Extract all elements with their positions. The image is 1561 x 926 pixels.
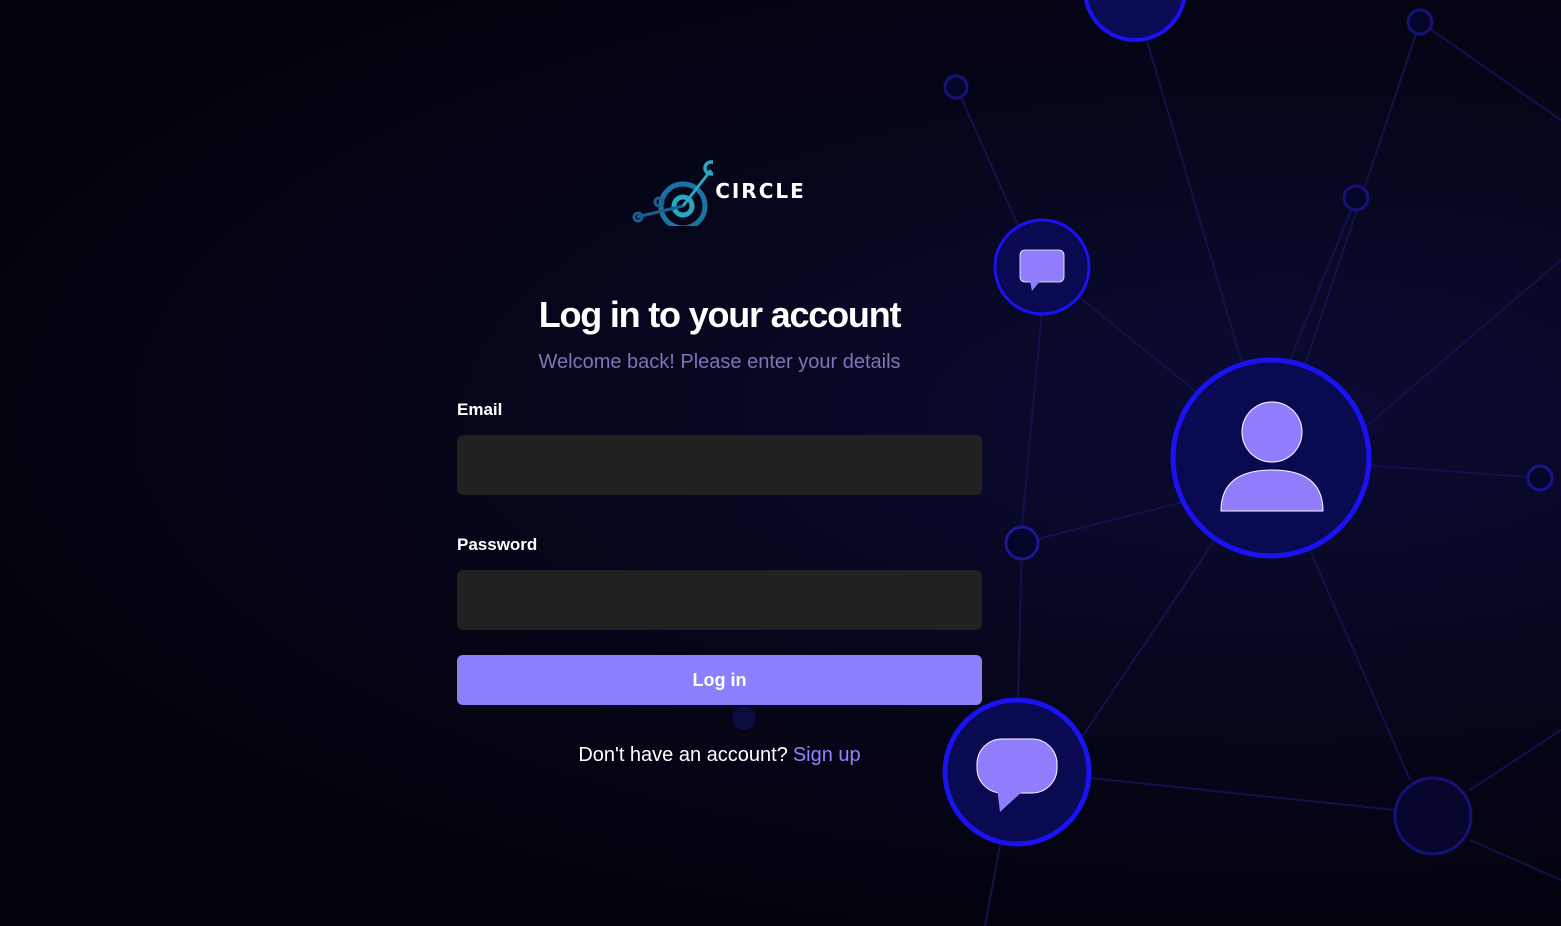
network-node: [1526, 464, 1554, 492]
email-label: Email: [457, 400, 503, 419]
brand-name: CIRCLE: [715, 179, 806, 203]
signup-row: Don't have an account? Sign up: [457, 743, 982, 767]
orbit-logo-icon: [632, 160, 714, 226]
signup-prompt: Don't have an account?: [578, 744, 788, 766]
user-node: [1170, 357, 1372, 559]
password-field[interactable]: [457, 570, 982, 630]
login-form: CIRCLE Log in to your account Welcome ba…: [457, 150, 982, 767]
network-node: [1004, 525, 1040, 561]
email-field[interactable]: [457, 435, 982, 495]
chat-node-top: [993, 218, 1091, 316]
network-node: [1406, 8, 1434, 36]
login-button[interactable]: Log in: [457, 655, 982, 705]
top-node: [1083, 0, 1187, 42]
page-title: Log in to your account: [538, 294, 902, 335]
login-page: CIRCLE Log in to your account Welcome ba…: [0, 0, 1561, 926]
brand-logo: CIRCLE: [455, 150, 982, 230]
network-node: [1393, 776, 1473, 856]
network-node: [943, 74, 969, 100]
network-node: [1342, 184, 1370, 212]
password-label: Password: [457, 535, 538, 554]
page-subtitle: Welcome back! Please enter your details: [538, 351, 901, 373]
signup-link[interactable]: Sign up: [793, 744, 861, 766]
